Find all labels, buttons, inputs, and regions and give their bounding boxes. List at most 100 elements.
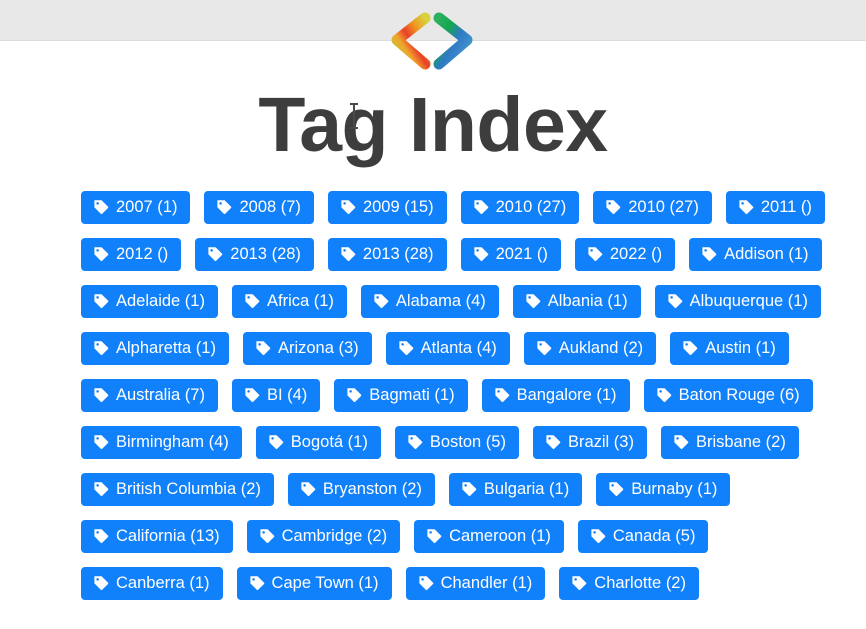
tag-link[interactable]: Bangalore (1): [481, 378, 630, 412]
tag-link[interactable]: 2007 (1): [81, 190, 191, 224]
tag-label: 2021 (): [495, 244, 548, 263]
tag-icon: [93, 340, 109, 356]
tag-icon: [407, 434, 423, 450]
tag-link[interactable]: Alpharetta (1): [81, 331, 229, 365]
tag-link[interactable]: Australia (7): [81, 378, 218, 412]
tag-link[interactable]: Charlotte (2): [559, 566, 699, 600]
tag-link[interactable]: 2011 (): [725, 190, 825, 224]
tag-label: 2013 (28): [230, 244, 301, 263]
tag-link[interactable]: Brazil (3): [532, 425, 647, 459]
tag-icon: [93, 481, 109, 497]
tag-link[interactable]: 2013 (28): [327, 237, 447, 271]
tag-cloud: 2007 (1) 2008 (7) 2009 (15) 2010 (27) 2010 (…: [81, 167, 825, 600]
tag-link[interactable]: 2021 (): [460, 237, 561, 271]
tag-icon: [346, 387, 362, 403]
tag-label: Cameroon (1): [449, 526, 551, 545]
tag-link[interactable]: Cameroon (1): [414, 519, 564, 553]
tag-link[interactable]: BI (4): [231, 378, 321, 412]
tag-label: 2010 (27): [628, 197, 699, 216]
tag-icon: [340, 246, 356, 262]
tag-link[interactable]: Bulgaria (1): [448, 472, 583, 506]
tag-icon: [461, 481, 477, 497]
tag-icon: [255, 340, 271, 356]
site-logo[interactable]: [381, 11, 485, 73]
tag-link[interactable]: California (13): [81, 519, 233, 553]
tag-icon: [590, 528, 606, 544]
tag-label: 2011 (): [760, 197, 812, 216]
tag-link[interactable]: Adelaide (1): [81, 284, 218, 318]
tag-link[interactable]: 2010 (27): [460, 190, 580, 224]
tag-icon: [244, 293, 260, 309]
tag-link[interactable]: Bryanston (2): [287, 472, 435, 506]
tag-link[interactable]: Austin (1): [670, 331, 789, 365]
tag-label: Bryanston (2): [322, 479, 422, 498]
tag-icon: [701, 246, 717, 262]
tag-icon: [473, 199, 489, 215]
tag-icon: [93, 387, 109, 403]
tag-link[interactable]: Burnaby (1): [596, 472, 731, 506]
tag-link[interactable]: Birmingham (4): [81, 425, 242, 459]
tag-row: Birmingham (4) Bogotá (1) Boston (5) Brazil…: [81, 425, 799, 459]
tag-link[interactable]: 2012 (): [81, 237, 182, 271]
tag-link[interactable]: Canada (5): [577, 519, 709, 553]
tag-link[interactable]: Bagmati (1): [334, 378, 468, 412]
tag-link[interactable]: Aukland (2): [523, 331, 657, 365]
tag-icon: [682, 340, 698, 356]
tag-link[interactable]: Chandler (1): [405, 566, 546, 600]
tag-link[interactable]: Brisbane (2): [660, 425, 799, 459]
tag-link[interactable]: Albania (1): [512, 284, 641, 318]
tag-label: Bangalore (1): [516, 385, 617, 404]
tag-label: Alabama (4): [395, 291, 486, 310]
tag-row: California (13) Cambridge (2) Cameroon (1)…: [81, 519, 785, 553]
tag-icon: [373, 293, 389, 309]
tag-link[interactable]: 2008 (7): [204, 190, 314, 224]
tag-icon: [93, 246, 109, 262]
tag-link[interactable]: Cape Town (1): [236, 566, 392, 600]
tag-label: California (13): [116, 526, 220, 545]
tag-icon: [93, 434, 109, 450]
tag-icon: [536, 340, 552, 356]
tag-link[interactable]: Cambridge (2): [246, 519, 401, 553]
tag-link[interactable]: Canberra (1): [81, 566, 223, 600]
tag-label: Burnaby (1): [631, 479, 718, 498]
tag-link[interactable]: 2022 (): [574, 237, 676, 271]
tag-link[interactable]: 2009 (15): [327, 190, 447, 224]
tag-label: Addison (1): [724, 244, 809, 263]
tag-link[interactable]: British Columbia (2): [81, 472, 274, 506]
tag-label: Baton Rouge (6): [678, 385, 800, 404]
tag-label: Australia (7): [116, 385, 205, 404]
tag-link[interactable]: Albuquerque (1): [654, 284, 821, 318]
tag-icon: [473, 246, 489, 262]
tag-link[interactable]: Atlanta (4): [385, 331, 510, 365]
top-navbar: [0, 0, 866, 70]
tag-label: Aukland (2): [558, 338, 644, 357]
tag-link[interactable]: Boston (5): [394, 425, 519, 459]
tag-icon: [93, 575, 109, 591]
tag-link[interactable]: Alabama (4): [360, 284, 499, 318]
tag-icon: [587, 246, 603, 262]
tag-link[interactable]: Africa (1): [231, 284, 347, 318]
tag-icon: [259, 528, 275, 544]
tag-link[interactable]: Bogotá (1): [255, 425, 381, 459]
tag-icon: [249, 575, 265, 591]
tag-icon: [244, 387, 260, 403]
tag-link[interactable]: Baton Rouge (6): [643, 378, 813, 412]
tag-label: 2013 (28): [362, 244, 434, 263]
tag-row: Canberra (1) Cape Town (1) Chandler (1) Cha…: [81, 566, 785, 600]
tag-label: 2022 (): [609, 244, 663, 263]
tag-icon: [93, 528, 109, 544]
tag-label: 2012 (): [116, 244, 169, 263]
tag-row: British Columbia (2) Bryanston (2) Bulgari…: [81, 472, 785, 506]
tag-label: Albania (1): [547, 291, 628, 310]
tag-row: Alpharetta (1) Arizona (3) Atlanta (4) Aukl…: [81, 331, 789, 365]
tag-link[interactable]: 2010 (27): [593, 190, 712, 224]
tag-link[interactable]: Arizona (3): [242, 331, 372, 365]
tag-link[interactable]: Addison (1): [689, 237, 822, 271]
tag-icon: [494, 387, 510, 403]
tag-link[interactable]: 2013 (28): [195, 237, 314, 271]
tag-icon: [340, 199, 356, 215]
tag-icon: [398, 340, 414, 356]
tag-row: 2012 () 2013 (28) 2013 (28) 2021 () 2022 () A…: [81, 237, 822, 271]
tag-label: Atlanta (4): [420, 338, 497, 357]
tag-label: BI (4): [266, 385, 308, 404]
